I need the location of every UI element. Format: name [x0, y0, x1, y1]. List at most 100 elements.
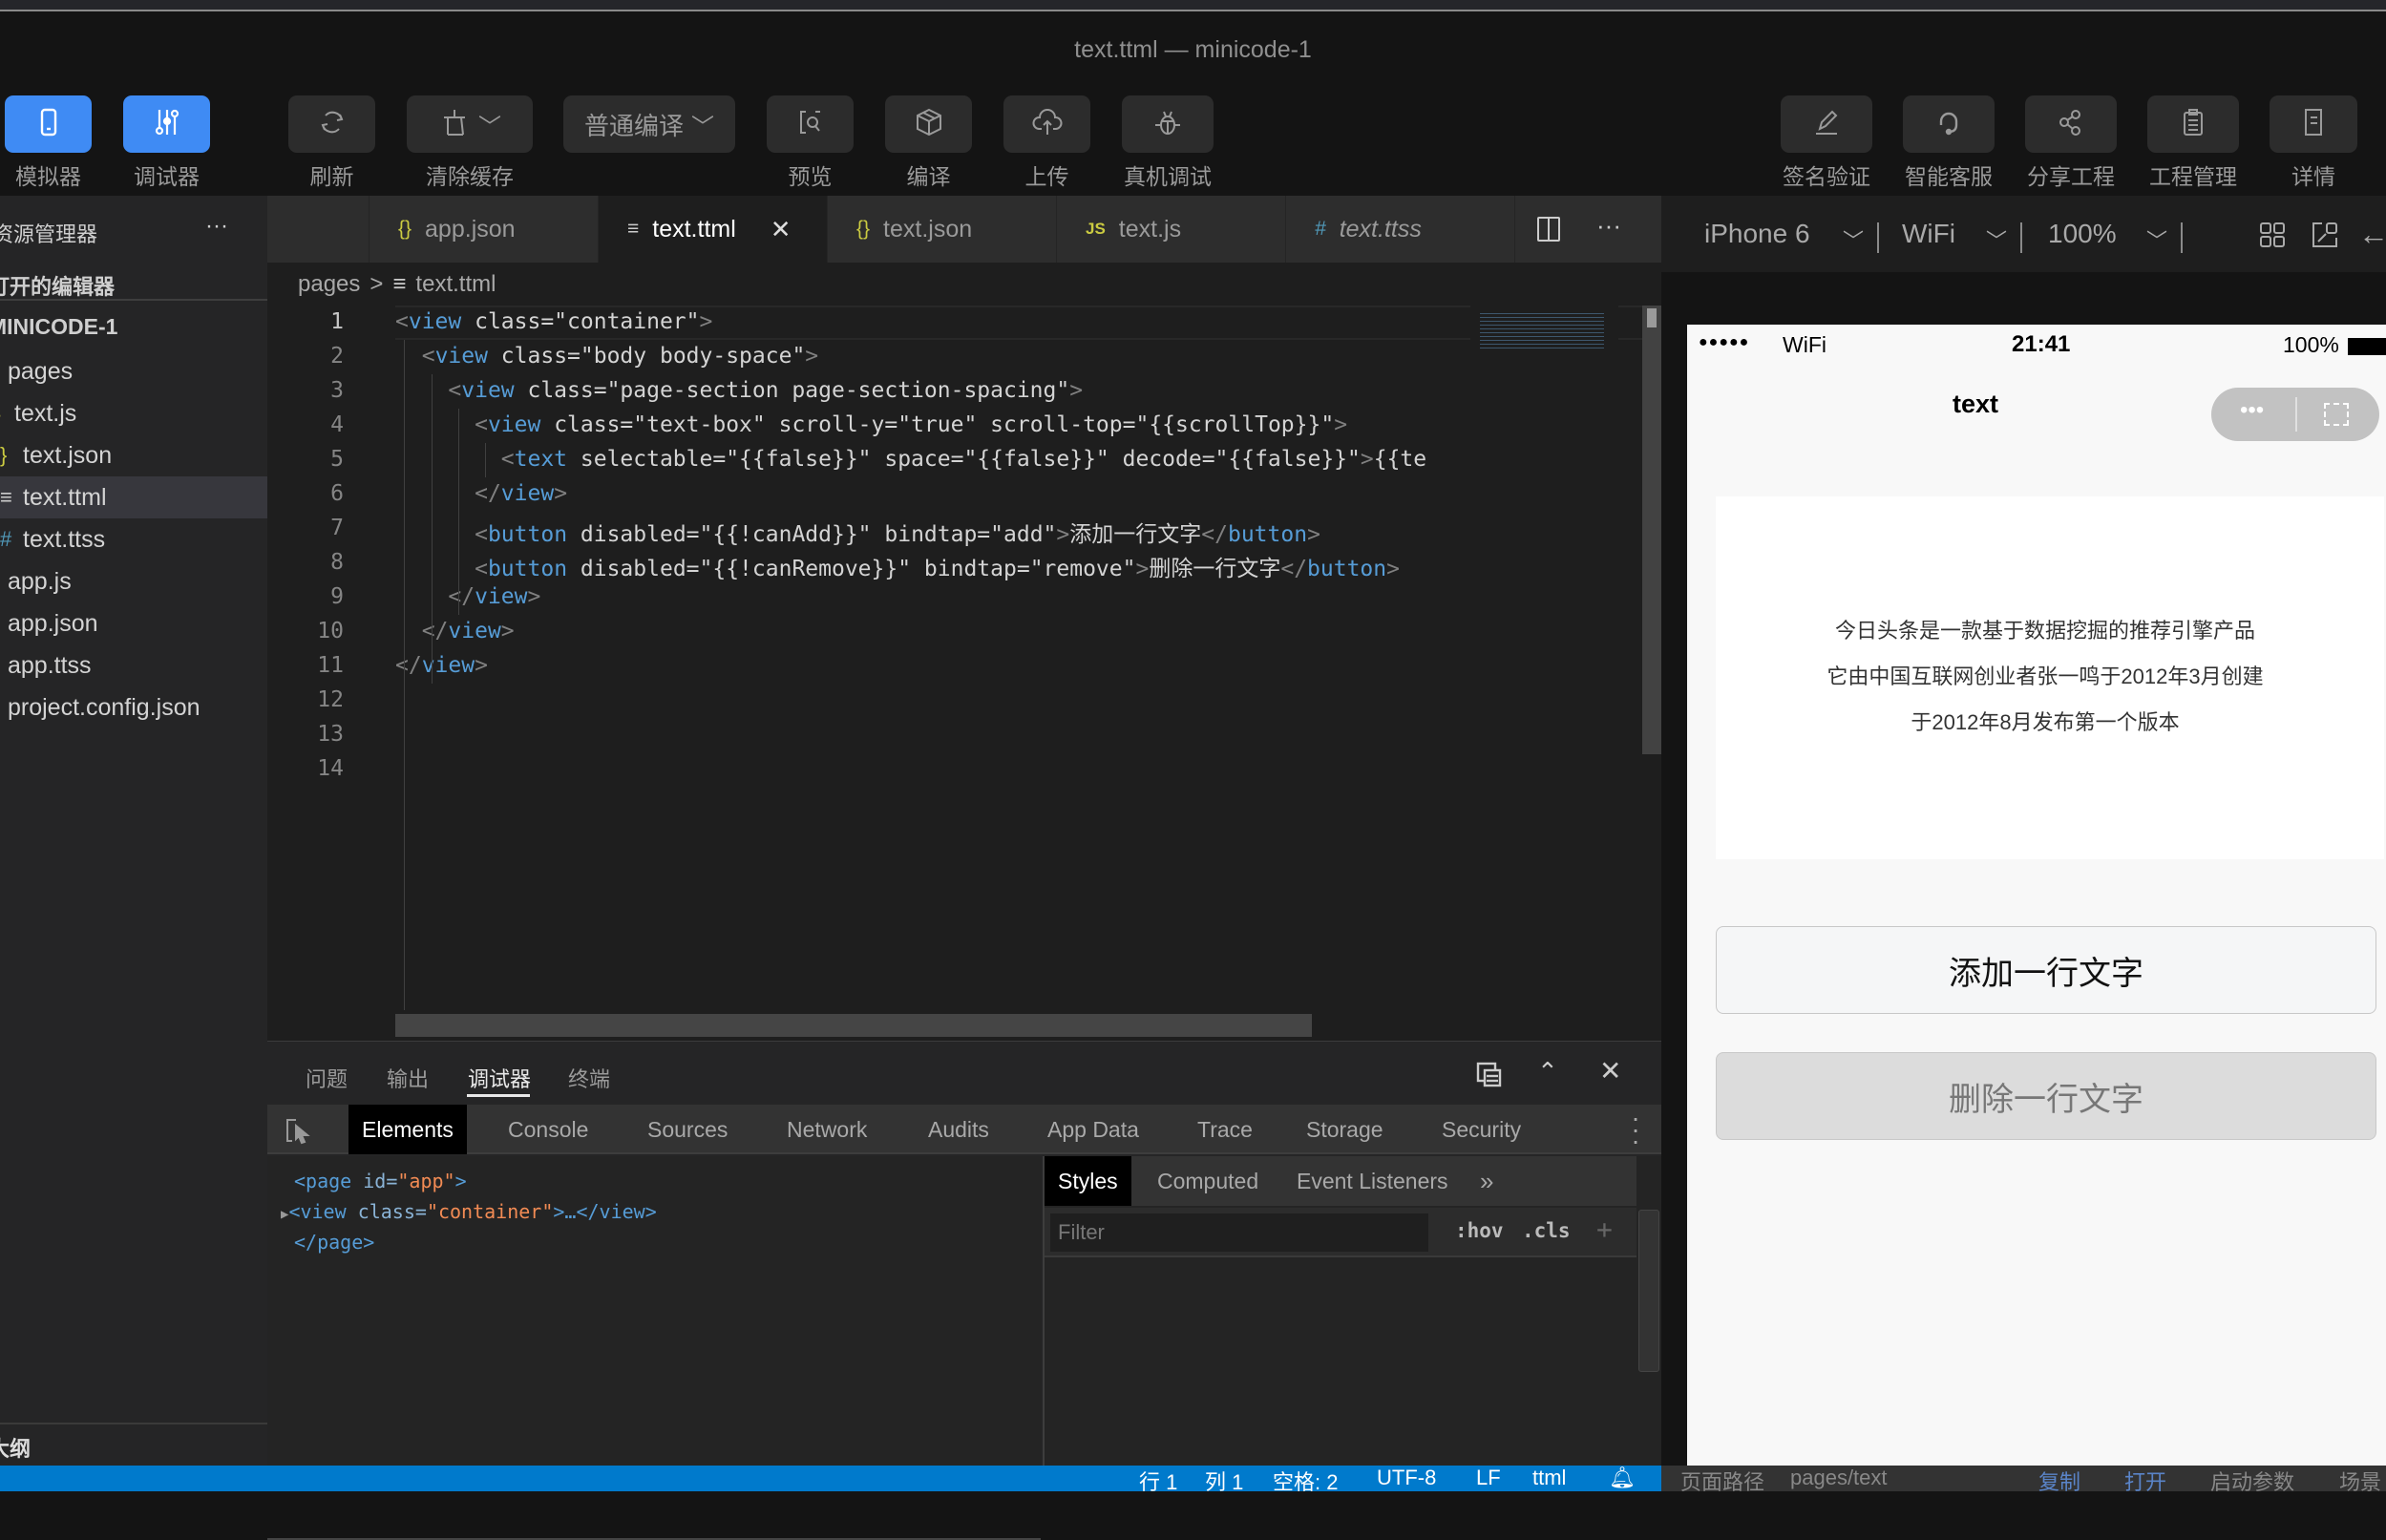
minimap[interactable] — [1470, 306, 1618, 1041]
code-line[interactable]: </view> — [395, 584, 540, 609]
remove-line-button[interactable]: 删除一行文字 — [1716, 1052, 2376, 1140]
explorer-more-button[interactable]: ··· — [205, 213, 228, 240]
simulator-button[interactable] — [5, 95, 92, 153]
notification-bell-icon[interactable]: 🔔︎ — [1609, 1466, 1636, 1490]
devtools-tab-sources[interactable]: Sources — [634, 1105, 741, 1154]
styles-filter-input[interactable] — [1050, 1213, 1428, 1252]
debugger-button[interactable] — [123, 95, 210, 153]
tree-item-text-ttss[interactable]: # text.ttss — [0, 518, 267, 560]
code-line[interactable]: <view class="body body-space"> — [395, 344, 818, 369]
details-button[interactable] — [2270, 95, 2357, 153]
devtools-menu-icon[interactable]: · · · — [1631, 1105, 1640, 1154]
chevron-down-icon[interactable]: ﹀ — [1986, 224, 2007, 255]
tree-item-project-config[interactable]: project.config.json — [0, 686, 267, 728]
copy-path-link[interactable]: 复制 — [2038, 1466, 2080, 1496]
styles-scrollbar[interactable] — [1638, 1210, 1659, 1372]
close-panel-icon[interactable]: ✕ — [1599, 1055, 1621, 1086]
panel-tab-terminal[interactable]: 终端 — [568, 1063, 610, 1093]
launch-params-link[interactable]: 启动参数 — [2210, 1466, 2294, 1496]
chevron-down-icon[interactable]: ﹀ — [2146, 224, 2167, 255]
more-actions-icon[interactable]: ··· — [1596, 211, 1621, 241]
code-line[interactable]: <text selectable="{{false}}" space="{{fa… — [395, 447, 1426, 472]
device-select[interactable]: iPhone 6 — [1704, 219, 1810, 249]
maximize-panel-icon[interactable]: ⌃ — [1537, 1057, 1558, 1086]
panel-tab-debugger[interactable]: 调试器 — [468, 1063, 531, 1093]
indentation[interactable]: 空格: 2 — [1273, 1466, 1338, 1496]
end-of-line[interactable]: LF — [1476, 1466, 1501, 1490]
tree-item-text-json[interactable]: } text.json — [0, 434, 267, 476]
class-toggle[interactable]: .cls — [1522, 1219, 1571, 1242]
new-style-rule-button[interactable]: + — [1596, 1213, 1613, 1245]
real-device-debug-button[interactable] — [1122, 95, 1214, 153]
compile-button[interactable] — [885, 95, 972, 153]
devtools-tab-audits[interactable]: Audits — [915, 1105, 1003, 1154]
code-line[interactable]: <button disabled="{{!canRemove}}" bindta… — [395, 550, 1400, 582]
preview-button[interactable] — [767, 95, 854, 153]
code-line[interactable]: </view> — [395, 653, 488, 678]
devtools-tab-console[interactable]: Console — [495, 1105, 602, 1154]
hover-state-toggle[interactable]: :hov — [1455, 1219, 1504, 1242]
styles-tab-computed[interactable]: Computed — [1144, 1156, 1272, 1206]
split-editor-icon[interactable] — [1537, 217, 1560, 242]
project-manage-button[interactable] — [2147, 95, 2239, 153]
encoding[interactable]: UTF-8 — [1377, 1466, 1436, 1490]
capsule-more-icon[interactable]: ••• — [2240, 397, 2264, 424]
devtools-tab-elements[interactable]: Elements — [348, 1105, 467, 1154]
code-line[interactable]: </view> — [395, 619, 515, 643]
scrollbar-thumb[interactable] — [1647, 308, 1657, 327]
code-line[interactable]: <view class="container"> — [395, 309, 712, 334]
styles-tab-event-listeners[interactable]: Event Listeners — [1283, 1156, 1462, 1206]
open-editors-section[interactable]: 打开的编辑器 — [0, 270, 115, 301]
tab-text-ttml[interactable]: ≡ text.ttml ✕ — [599, 196, 828, 263]
back-arrow-icon[interactable]: ← — [2358, 217, 2386, 252]
language-mode[interactable]: ttml — [1532, 1466, 1566, 1490]
code-line[interactable]: <button disabled="{{!canAdd}}" bindtap="… — [395, 516, 1320, 548]
tree-item-app-json[interactable]: app.json — [0, 602, 267, 644]
tree-item-text-ttml[interactable]: ≡ text.ttml — [0, 476, 267, 518]
horizontal-scrollbar[interactable] — [395, 1014, 1312, 1037]
share-project-button[interactable] — [2025, 95, 2117, 153]
panel-tab-problems[interactable]: 问题 — [306, 1063, 348, 1093]
tab-text-ttss[interactable]: # text.ttss — [1286, 196, 1515, 263]
zoom-select[interactable]: 100% — [2048, 219, 2117, 249]
tab-overflow[interactable] — [267, 196, 370, 263]
network-select[interactable]: WiFi — [1902, 219, 1955, 249]
devtools-tab-trace[interactable]: Trace — [1184, 1105, 1266, 1154]
tab-text-json[interactable]: {} text.json — [828, 196, 1057, 263]
dom-node-page[interactable]: <page id="app"> — [294, 1170, 467, 1192]
open-path-link[interactable]: 打开 — [2124, 1466, 2166, 1496]
devtools-tab-network[interactable]: Network — [773, 1105, 880, 1154]
capsule-fullscreen-icon[interactable] — [2324, 403, 2349, 426]
close-tab-icon[interactable]: ✕ — [771, 215, 792, 244]
devtools-tab-security[interactable]: Security — [1428, 1105, 1534, 1154]
panel-layout-icon[interactable] — [1475, 1059, 1504, 1087]
more-tabs-icon[interactable]: » — [1467, 1156, 1507, 1206]
cursor-line[interactable]: 行 1 — [1139, 1466, 1177, 1496]
devtools-tab-app-data[interactable]: App Data — [1034, 1105, 1152, 1154]
inspect-element-icon[interactable] — [285, 1116, 311, 1145]
grid-icon[interactable] — [2258, 221, 2287, 249]
tree-item-text-js[interactable]: stext.js — [0, 392, 267, 434]
dom-node-page-close[interactable]: </page> — [294, 1231, 374, 1254]
signature-verify-button[interactable] — [1781, 95, 1872, 153]
outline-section[interactable]: 大纲 — [0, 1423, 267, 1466]
scene-link[interactable]: 场景 — [2339, 1466, 2381, 1496]
clear-cache-button[interactable]: ﹀ — [407, 95, 533, 153]
screenshot-icon[interactable] — [2311, 221, 2339, 249]
tree-item-app-ttss[interactable]: app.ttss — [0, 644, 267, 686]
code-line[interactable]: </view> — [395, 481, 567, 506]
dom-node-view-container[interactable]: ▶<view class="container">…</view> — [281, 1200, 657, 1223]
refresh-button[interactable] — [288, 95, 375, 153]
cursor-column[interactable]: 列 1 — [1205, 1466, 1243, 1496]
breadcrumb-file[interactable]: text.ttml — [415, 271, 496, 298]
panel-tab-output[interactable]: 输出 — [387, 1063, 429, 1093]
tree-item-app-js[interactable]: app.js — [0, 560, 267, 602]
breadcrumb-folder[interactable]: pages — [298, 271, 360, 298]
devtools-tab-storage[interactable]: Storage — [1293, 1105, 1397, 1154]
code-line[interactable]: <view class="text-box" scroll-y="true" s… — [395, 412, 1347, 437]
project-root[interactable]: MINICODE-1 — [0, 314, 117, 340]
chevron-down-icon[interactable]: ﹀ — [1843, 224, 1864, 255]
smart-support-button[interactable] — [1903, 95, 1995, 153]
vertical-scrollbar[interactable] — [1642, 306, 1661, 754]
code-editor[interactable]: 1 2 3 4 5 6 7 8 9 10 11 12 13 14 <view class="contain… — [267, 306, 1661, 1041]
